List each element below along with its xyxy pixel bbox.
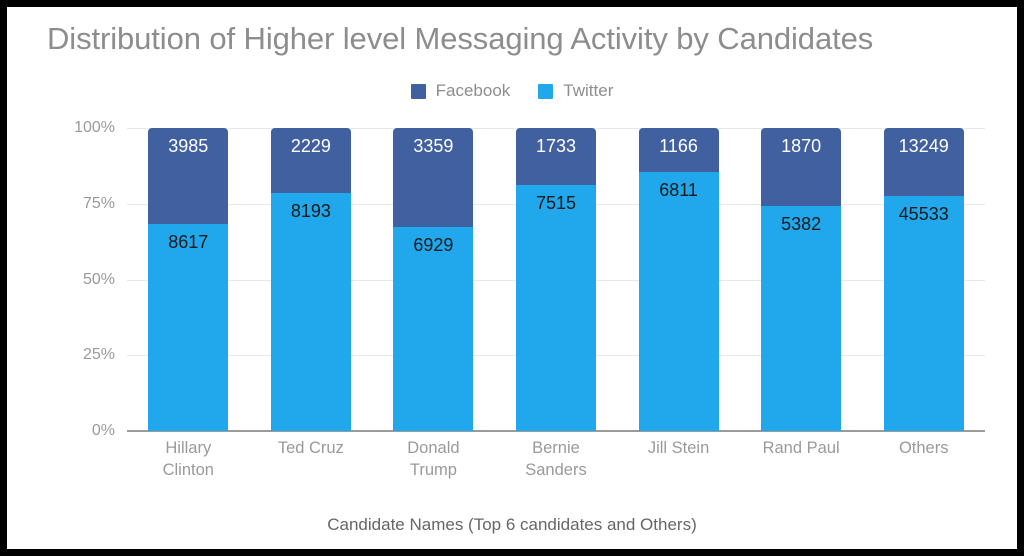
legend-item-label: Twitter xyxy=(563,81,614,100)
bar-segment-twitter[interactable]: 6929 xyxy=(393,226,474,431)
y-axis-tick-label: 75% xyxy=(82,194,115,212)
bar-group: 1733 7515 xyxy=(495,128,618,431)
bar-segment-facebook[interactable]: 3359 xyxy=(393,128,474,227)
x-axis-tick-label: Ted Cruz xyxy=(250,437,373,459)
y-axis-tick-label: 100% xyxy=(74,119,115,136)
chart-frame: Distribution of Higher level Messaging A… xyxy=(0,0,1024,556)
bar-value-label: 1166 xyxy=(659,136,698,156)
bar-segment-facebook[interactable]: 1733 xyxy=(515,128,596,185)
bar-segment-twitter[interactable]: 7515 xyxy=(515,184,596,431)
bar-value-label: 7515 xyxy=(535,192,576,213)
x-axis-tick-label: Others xyxy=(862,437,985,459)
chart-legend: Facebook Twitter xyxy=(7,77,1017,105)
x-axis-tick-label-line: Trump xyxy=(409,461,457,479)
x-axis-tick-label: Hillary Clinton xyxy=(127,437,250,481)
legend-item-facebook[interactable]: Facebook xyxy=(410,81,511,101)
bar-segment-twitter[interactable]: 45533 xyxy=(883,196,964,431)
bar-segment-twitter[interactable]: 8193 xyxy=(270,192,351,431)
bar-group: 3985 8617 xyxy=(127,128,250,431)
legend-item-twitter[interactable]: Twitter xyxy=(538,81,613,101)
bar-value-label: 1733 xyxy=(535,136,576,156)
plot-area: 3985 8617 2229 8193 3359 6929 1733 7515 1166 6811… xyxy=(127,128,985,432)
x-axis-title: Candidate Names (Top 6 candidates and Ot… xyxy=(327,515,697,534)
x-axis-tick-label-line: Ted Cruz xyxy=(277,439,344,457)
stacked-bar[interactable]: 1166 6811 xyxy=(638,128,719,431)
bar-group: 1166 6811 xyxy=(617,128,740,431)
stacked-bar[interactable]: 1870 5382 xyxy=(761,128,842,431)
bar-segment-facebook[interactable]: 13249 xyxy=(883,128,964,197)
bar-segment-twitter[interactable]: 8617 xyxy=(148,223,229,431)
stacked-bar[interactable]: 3985 8617 xyxy=(148,128,229,431)
x-axis-tick-label-line: Donald xyxy=(407,439,460,457)
x-axis-tick-label-line: Others xyxy=(898,439,949,457)
stacked-bar[interactable]: 1733 7515 xyxy=(515,128,596,431)
bar-segment-twitter[interactable]: 6811 xyxy=(638,172,719,431)
legend-swatch-icon xyxy=(538,83,554,99)
bar-value-label: 8617 xyxy=(168,231,209,252)
bar-segment-facebook[interactable]: 2229 xyxy=(270,128,351,193)
x-axis-tick-labels: Hillary Clinton Ted Cruz Donald Trump Bernie S… xyxy=(127,437,985,495)
bar-value-label: 2229 xyxy=(290,136,331,156)
x-axis-tick-label-line: Jill Stein xyxy=(647,439,710,457)
x-axis-tick-label-line: Hillary xyxy=(165,439,212,457)
bar-group: 13249 45533 xyxy=(862,128,985,431)
legend-item-label: Facebook xyxy=(435,81,511,100)
y-axis-tick-label: 0% xyxy=(91,422,115,439)
x-axis-tick-label-line: Clinton xyxy=(162,461,214,479)
x-axis-tick-label: Donald Trump xyxy=(372,437,495,481)
bar-value-label: 6929 xyxy=(413,234,454,255)
bar-value-label: 6811 xyxy=(659,180,698,201)
bar-value-label: 1870 xyxy=(781,136,822,156)
stacked-bar[interactable]: 2229 8193 xyxy=(270,128,351,431)
bar-value-label: 8193 xyxy=(290,200,331,221)
x-axis-tick-label-line: Sanders xyxy=(525,461,587,479)
stacked-bar[interactable]: 13249 45533 xyxy=(883,128,964,431)
legend-swatch-icon xyxy=(410,83,426,99)
bar-value-label: 5382 xyxy=(781,214,822,235)
bar-value-label: 3985 xyxy=(168,136,209,156)
x-axis-tick-label: Jill Stein xyxy=(617,437,740,459)
bar-group: 2229 8193 xyxy=(250,128,373,431)
bar-group: 3359 6929 xyxy=(372,128,495,431)
x-axis-tick-label-line: Bernie xyxy=(532,439,580,457)
x-axis-tick-label: Bernie Sanders xyxy=(495,437,618,481)
bar-group: 1870 5382 xyxy=(740,128,863,431)
bar-segment-facebook[interactable]: 1870 xyxy=(761,128,842,207)
page-title: Distribution of Higher level Messaging A… xyxy=(47,21,874,56)
y-axis-tick-label: 50% xyxy=(82,270,115,288)
bar-value-label: 13249 xyxy=(898,136,949,156)
x-axis-tick-label-line: Rand Paul xyxy=(762,439,840,457)
y-axis-tick-label: 25% xyxy=(82,346,115,364)
bar-value-label: 3359 xyxy=(413,136,454,156)
bar-segment-facebook[interactable]: 3985 xyxy=(148,128,229,224)
chart-canvas: Distribution of Higher level Messaging A… xyxy=(7,7,1017,549)
y-axis-tick-labels: 0% 25% 50% 75% 100% xyxy=(7,119,115,439)
bar-segment-facebook[interactable]: 1166 xyxy=(638,128,719,173)
x-axis-tick-label: Rand Paul xyxy=(740,437,863,459)
stacked-bar[interactable]: 3359 6929 xyxy=(393,128,474,431)
bar-series-container: 3985 8617 2229 8193 3359 6929 1733 7515 1166 6811… xyxy=(127,128,985,431)
bar-segment-twitter[interactable]: 5382 xyxy=(761,206,842,431)
bar-value-label: 45533 xyxy=(898,204,949,225)
